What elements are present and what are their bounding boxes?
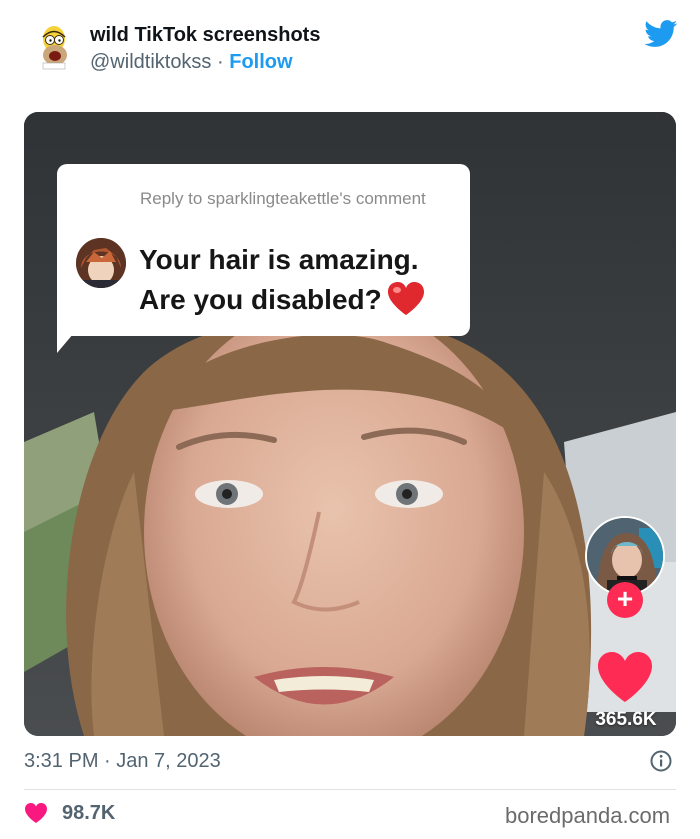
comment-line-1: Your hair is amazing.	[139, 244, 419, 275]
tweet-timestamp[interactable]: 3:31 PM · Jan 7, 2023	[24, 750, 221, 773]
tiktok-like-count: 365.6K	[595, 709, 657, 730]
twitter-bird-icon[interactable]	[644, 20, 678, 48]
footer-divider	[24, 789, 676, 790]
tiktok-video-screenshot[interactable]: Reply to sparklingteakettle's comment Yo…	[24, 112, 676, 736]
author-name[interactable]: wild TikTok screenshots	[90, 24, 320, 47]
tweet-card: wild TikTok screenshots @wildtiktokss · …	[0, 0, 700, 839]
info-icon[interactable]	[650, 750, 672, 772]
reply-to-label: Reply to sparklingteakettle's comment	[140, 189, 426, 208]
boredpanda-watermark: boredpanda.com	[505, 803, 671, 828]
comment-line-2: Are you disabled?	[139, 284, 382, 315]
red-heart-icon	[387, 282, 424, 315]
author-handle[interactable]: @wildtiktokss	[90, 51, 211, 73]
commenter-avatar	[76, 238, 126, 288]
heart-icon[interactable]	[24, 802, 48, 824]
heart-icon[interactable]	[596, 650, 654, 704]
handle-line: @wildtiktokss · Follow	[90, 51, 293, 74]
tweet-like-action[interactable]: 98.7K	[24, 802, 115, 824]
comment-line-2-wrap: Are you disabled?	[139, 280, 469, 320]
follow-plus-button[interactable]: +	[607, 582, 643, 618]
handle-separator: ·	[217, 51, 224, 73]
follow-button[interactable]: Follow	[229, 51, 292, 73]
homer-avatar-icon[interactable]	[34, 24, 74, 70]
anime-avatar-icon	[76, 238, 126, 288]
comment-text: Your hair is amazing. Are you disabled?	[139, 240, 469, 320]
tweet-header: wild TikTok screenshots @wildtiktokss · …	[0, 0, 700, 100]
reply-bubble-tail	[57, 327, 79, 353]
tweet-like-count: 98.7K	[62, 801, 116, 824]
